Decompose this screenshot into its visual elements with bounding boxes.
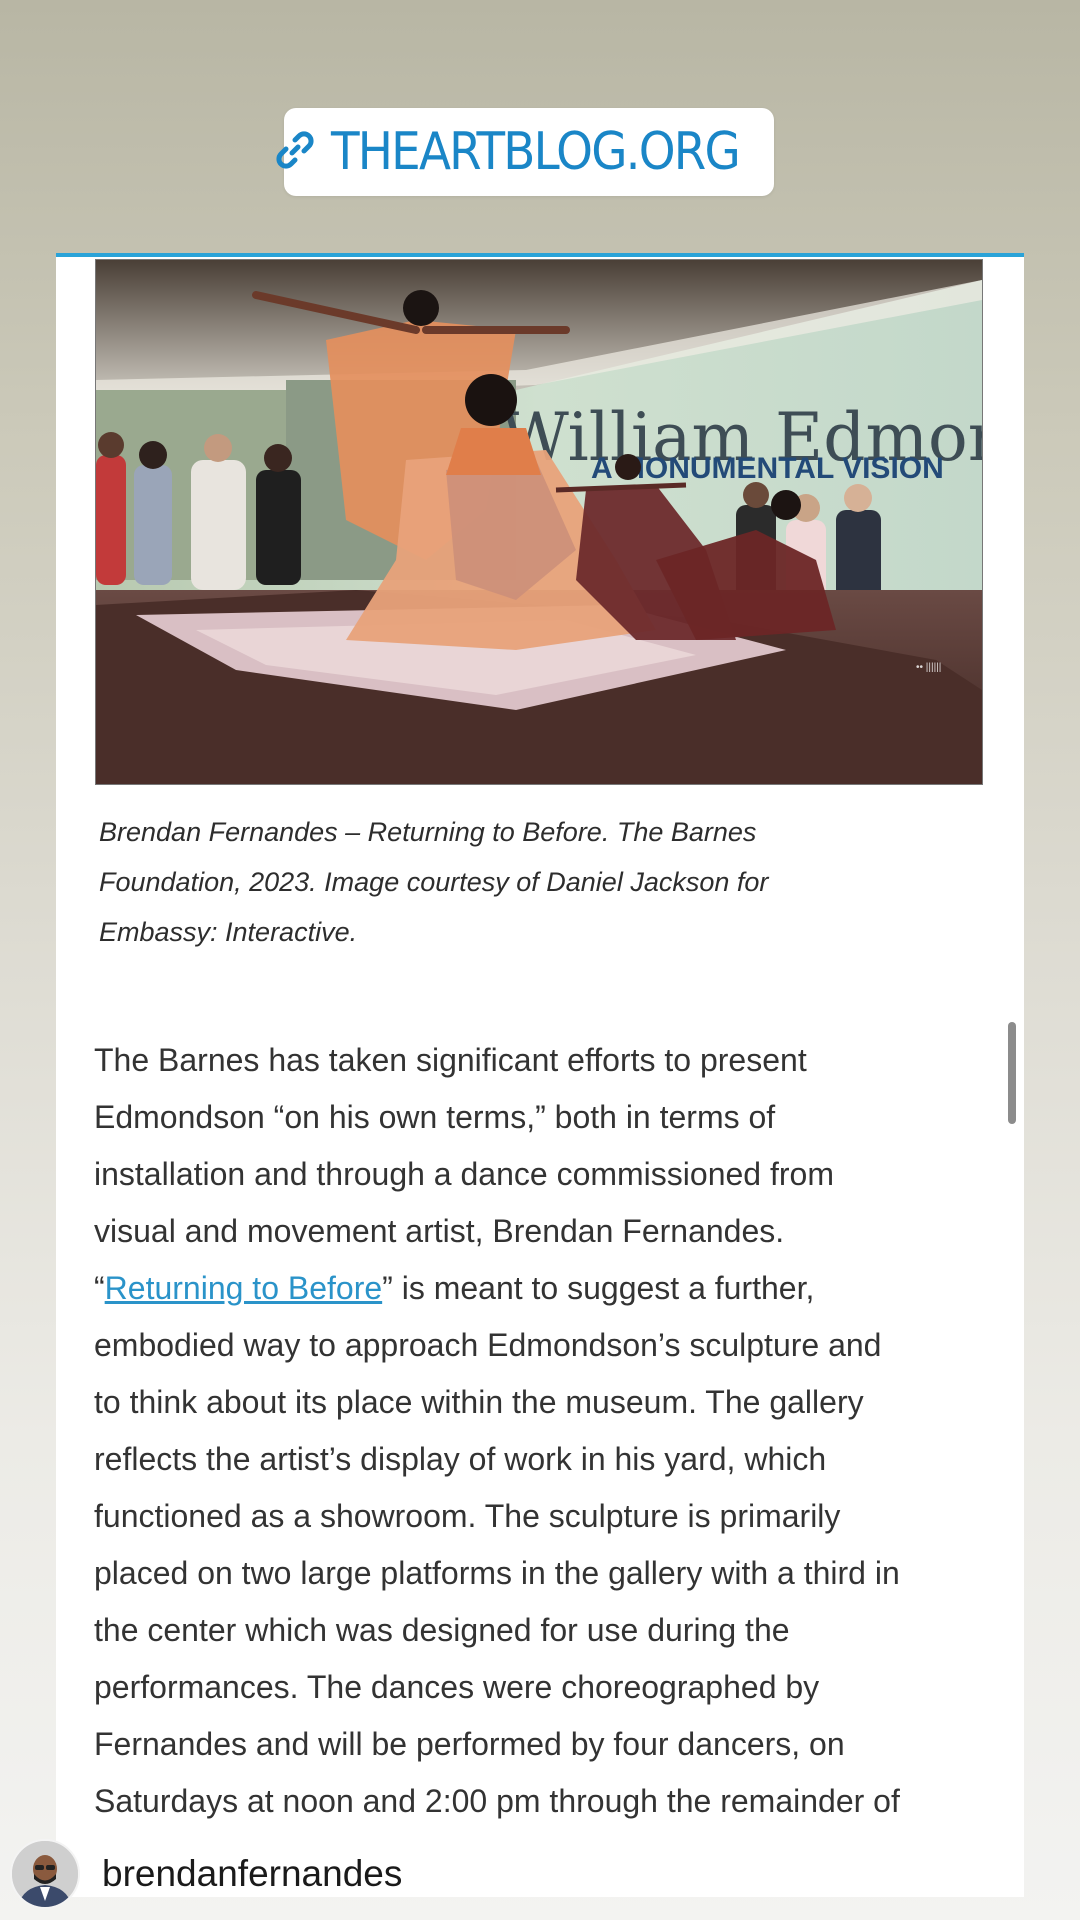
avatar[interactable]: [10, 1839, 80, 1909]
link-sticker[interactable]: THEARTBLOG.ORG: [276, 108, 774, 196]
returning-to-before-link[interactable]: Returning to Before: [105, 1270, 383, 1306]
body-line: the center which was designed for use du…: [94, 1612, 790, 1648]
body-line: Fernandes and will be performed by four …: [94, 1726, 845, 1762]
body-line: visual and movement artist, Brendan Fern…: [94, 1213, 785, 1249]
body-line: Saturdays at noon and 2:00 pm through th…: [94, 1783, 900, 1819]
body-line-rest: ” is meant to suggest a further,: [382, 1270, 815, 1306]
svg-text:•• ||||||: •• ||||||: [916, 662, 941, 673]
article-card: William Edmondson A MONUMENTAL VISION: [56, 253, 1024, 1897]
article-photo: William Edmondson A MONUMENTAL VISION: [95, 259, 983, 785]
link-icon: [273, 128, 317, 177]
scrollbar-thumb[interactable]: [1008, 1022, 1016, 1124]
body-line: The Barnes has taken significant efforts…: [94, 1042, 807, 1078]
caption-line: Brendan Fernandes – Returning to Before.…: [99, 817, 757, 847]
username[interactable]: brendanfernandes: [102, 1853, 402, 1895]
body-line: performances. The dances were choreograp…: [94, 1669, 820, 1705]
body-line: placed on two large platforms in the gal…: [94, 1555, 900, 1591]
body-line: reflects the artist’s display of work in…: [94, 1441, 827, 1477]
photo-caption: Brendan Fernandes – Returning to Before.…: [99, 807, 919, 957]
caption-line: Foundation, 2023. Image courtesy of Dani…: [99, 867, 769, 897]
body-line: Edmondson “on his own terms,” both in te…: [94, 1099, 776, 1135]
body-line-with-link: “Returning to Before” is meant to sugges…: [94, 1260, 994, 1317]
body-line: to think about its place within the muse…: [94, 1384, 864, 1420]
body-line: installation and through a dance commiss…: [94, 1156, 834, 1192]
body-line: embodied way to approach Edmondson’s scu…: [94, 1327, 882, 1363]
profile-attribution[interactable]: brendanfernandes: [10, 1838, 402, 1910]
open-quote: “: [94, 1270, 105, 1306]
caption-line: Embassy: Interactive.: [99, 917, 358, 947]
body-line: functioned as a showroom. The sculpture …: [94, 1498, 841, 1534]
link-sticker-label: THEARTBLOG.ORG: [331, 122, 741, 182]
article-body: The Barnes has taken significant efforts…: [94, 1032, 994, 1830]
wall-subtitle: A MONUMENTAL VISION: [591, 452, 944, 485]
